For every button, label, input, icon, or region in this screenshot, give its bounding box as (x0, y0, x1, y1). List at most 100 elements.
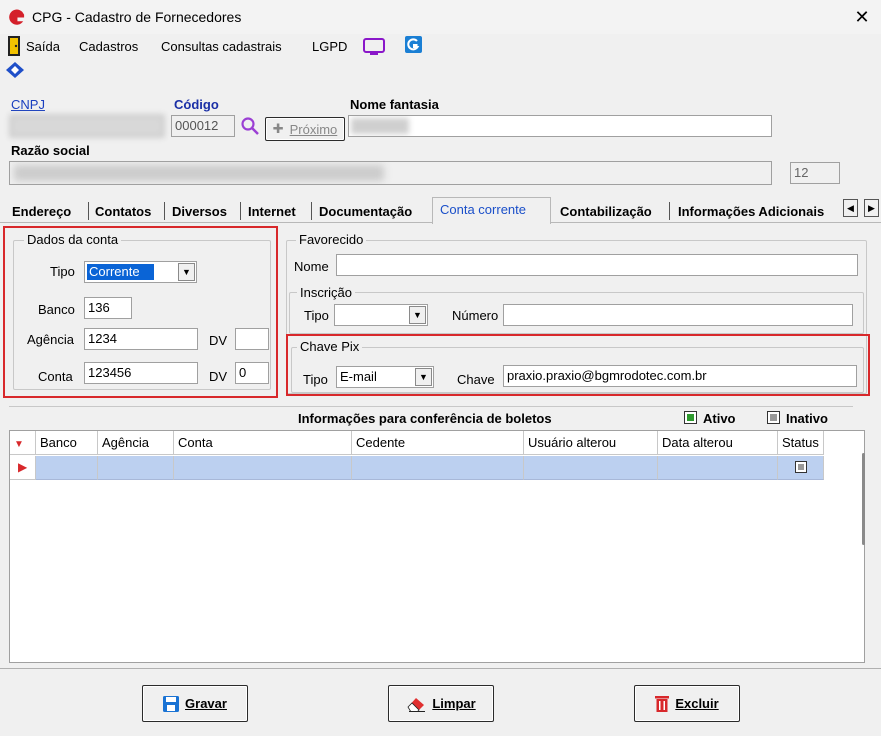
table-cell[interactable] (98, 456, 174, 480)
menu-cadastros[interactable]: Cadastros (79, 39, 138, 54)
table-cell[interactable] (36, 456, 98, 480)
gravar-button[interactable]: Gravar (142, 685, 248, 722)
table-cell[interactable] (658, 456, 778, 480)
exit-door-icon[interactable] (8, 36, 20, 56)
tab-scroll-right-icon[interactable]: ▶ (864, 199, 879, 217)
row-indicator: ▶ (10, 456, 36, 480)
col-agencia[interactable]: Agência (98, 431, 174, 455)
favorecido-nome-field[interactable] (336, 254, 858, 276)
sort-down-icon: ▼ (14, 439, 24, 450)
col-banco[interactable]: Banco (36, 431, 98, 455)
excluir-button[interactable]: Excluir (634, 685, 740, 722)
eraser-icon (407, 697, 426, 712)
menu-saida[interactable]: Saída (26, 39, 60, 54)
ativo-checkbox[interactable] (684, 411, 697, 424)
banco-label: Banco (38, 302, 75, 317)
tab-separator (669, 202, 670, 220)
chevron-down-icon: ▼ (415, 368, 432, 386)
col-usuario-alterou[interactable]: Usuário alterou (524, 431, 658, 455)
inscricao-title: Inscrição (297, 285, 356, 300)
current-row-icon: ▶ (18, 460, 28, 474)
plus-icon: ✚ (272, 121, 284, 136)
tipo-conta-select[interactable]: Corrente ▼ (84, 261, 197, 283)
conta-field[interactable]: 123456 (84, 362, 198, 384)
boletos-title: Informações para conferência de boletos (298, 411, 552, 426)
col-conta[interactable]: Conta (174, 431, 352, 455)
cnpj-link[interactable]: CNPJ (11, 97, 45, 112)
tab-endereco[interactable]: Endereço (12, 201, 71, 223)
tab-conta-corrente[interactable]: Conta corrente (440, 199, 526, 221)
tab-separator (240, 202, 241, 220)
gravar-label: Gravar (185, 696, 227, 711)
codigo-field[interactable]: 000012 (171, 115, 235, 137)
tab-contabilizacao[interactable]: Contabilização (560, 201, 652, 223)
proximo-button[interactable]: ✚ Próximo (265, 117, 345, 141)
inscricao-tipo-select[interactable]: ▼ (334, 304, 428, 326)
status-checkbox[interactable] (795, 461, 807, 473)
limpar-label: Limpar (432, 696, 476, 711)
footer-divider (0, 668, 881, 669)
search-icon[interactable] (240, 116, 260, 136)
tab-documentacao[interactable]: Documentação (319, 201, 412, 223)
inscricao-tipo-label: Tipo (304, 308, 329, 323)
table-cell[interactable] (778, 456, 824, 480)
tipo-label: Tipo (50, 264, 75, 279)
conta-dv-field[interactable]: 0 (235, 362, 269, 384)
conta-label: Conta (38, 369, 73, 384)
conta-dv-label: DV (209, 369, 228, 384)
grid-scrollbar[interactable] (862, 453, 865, 545)
nome-fantasia-field[interactable] (348, 115, 772, 137)
chevron-down-icon: ▼ (409, 306, 426, 324)
dados-conta-title: Dados da conta (24, 232, 122, 247)
window-title: CPG - Cadastro de Fornecedores (32, 9, 242, 25)
table-cell[interactable] (524, 456, 658, 480)
nome-fantasia-label: Nome fantasia (350, 97, 439, 112)
inscricao-numero-field[interactable] (503, 304, 853, 326)
col-status[interactable]: Status (778, 431, 824, 455)
numero-label: Número (452, 308, 499, 323)
table-cell[interactable] (174, 456, 352, 480)
razao-num-field[interactable]: 12 (790, 162, 840, 184)
tab-contatos[interactable]: Contatos (95, 201, 151, 223)
proximo-label: Próximo (289, 121, 338, 137)
pix-tipo-select[interactable]: E-mail ▼ (336, 366, 434, 388)
inativo-checkbox[interactable] (767, 411, 780, 424)
favorecido-title: Favorecido (296, 232, 367, 247)
row-indicator-header: ▼ (10, 431, 36, 455)
banco-field[interactable]: 136 (84, 297, 132, 319)
app-logo-icon (9, 9, 25, 25)
pix-tipo-label: Tipo (303, 372, 328, 387)
trash-icon (655, 696, 670, 712)
tab-internet[interactable]: Internet (248, 201, 296, 223)
agencia-label: Agência (27, 332, 74, 347)
pix-chave-field[interactable]: praxio.praxio@bgmrodotec.com.br (503, 365, 857, 387)
limpar-button[interactable]: Limpar (388, 685, 494, 722)
razao-social-label: Razão social (11, 143, 90, 158)
menu-lgpd[interactable]: LGPD (312, 39, 347, 54)
diamond-logo-icon[interactable] (6, 62, 24, 78)
tab-informacoes-adicionais[interactable]: Informações Adicionais (678, 201, 842, 223)
cnpj-field[interactable] (10, 115, 164, 137)
table-cell[interactable] (352, 456, 524, 480)
col-cedente[interactable]: Cedente (352, 431, 524, 455)
monitor-icon[interactable] (363, 38, 385, 56)
pix-tipo-value: E-mail (340, 369, 377, 384)
brand-g-icon[interactable] (405, 36, 422, 53)
col-data-alterou[interactable]: Data alterou (658, 431, 778, 455)
inativo-label: Inativo (786, 411, 828, 426)
checked-fill-icon (687, 414, 694, 421)
tab-separator (164, 202, 165, 220)
close-icon[interactable]: ✕ (852, 7, 872, 28)
partial-fill-icon (770, 414, 777, 421)
pix-title: Chave Pix (297, 339, 363, 354)
nome-label: Nome (294, 259, 329, 274)
razao-social-field[interactable] (9, 161, 772, 185)
tab-scroll-left-icon[interactable]: ◀ (843, 199, 858, 217)
ativo-label: Ativo (703, 411, 736, 426)
tab-diversos[interactable]: Diversos (172, 201, 227, 223)
menu-consultas-cadastrais[interactable]: Consultas cadastrais (161, 39, 282, 54)
agencia-field[interactable]: 1234 (84, 328, 198, 350)
chevron-down-icon: ▼ (178, 263, 195, 281)
agencia-dv-field[interactable] (235, 328, 269, 350)
tab-separator (311, 202, 312, 220)
